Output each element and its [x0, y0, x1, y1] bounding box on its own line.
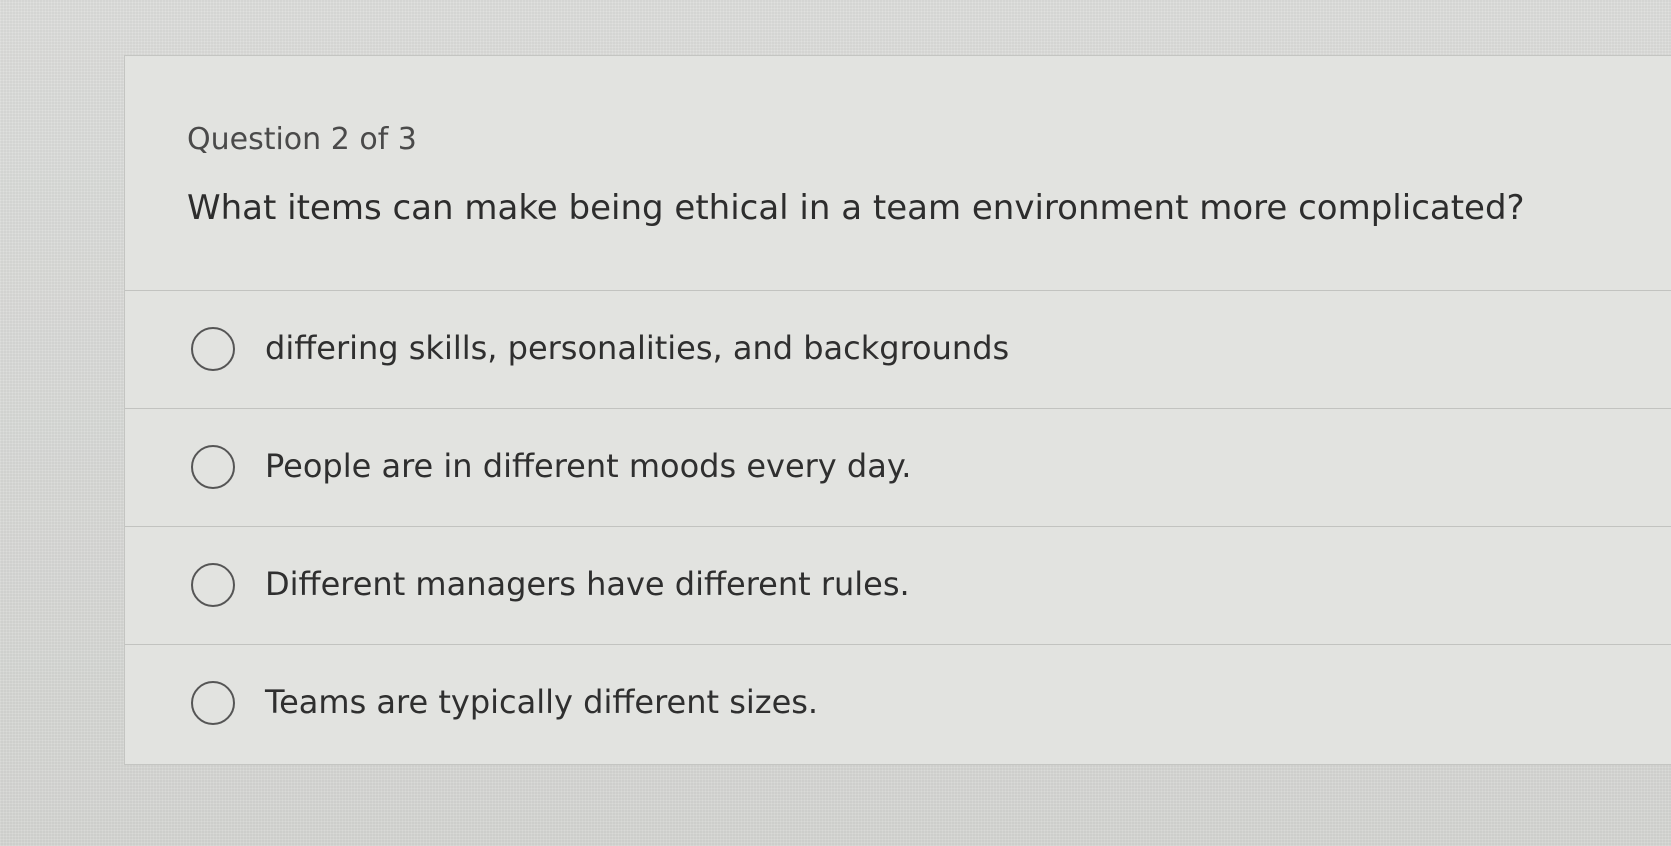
answer-label[interactable]: Different managers have different rules.	[265, 565, 910, 603]
answer-option-3[interactable]: Different managers have different rules.	[125, 527, 1671, 645]
answer-label[interactable]: People are in different moods every day.	[265, 447, 911, 485]
radio-button-icon[interactable]	[191, 563, 235, 607]
question-text: What items can make being ethical in a t…	[187, 188, 1525, 228]
question-header: Question 2 of 3 What items can make bein…	[125, 56, 1671, 291]
radio-button-icon[interactable]	[191, 445, 235, 489]
quiz-card: Question 2 of 3 What items can make bein…	[124, 55, 1671, 765]
screen-background: Question 2 of 3 What items can make bein…	[0, 0, 1671, 846]
question-counter: Question 2 of 3	[187, 122, 417, 157]
answer-label[interactable]: differing skills, personalities, and bac…	[265, 329, 1009, 367]
radio-button-icon[interactable]	[191, 681, 235, 725]
answer-option-4[interactable]: Teams are typically different sizes.	[125, 645, 1671, 763]
answer-option-2[interactable]: People are in different moods every day.	[125, 409, 1671, 527]
radio-button-icon[interactable]	[191, 327, 235, 371]
answer-label[interactable]: Teams are typically different sizes.	[265, 683, 818, 721]
answer-option-1[interactable]: differing skills, personalities, and bac…	[125, 291, 1671, 409]
